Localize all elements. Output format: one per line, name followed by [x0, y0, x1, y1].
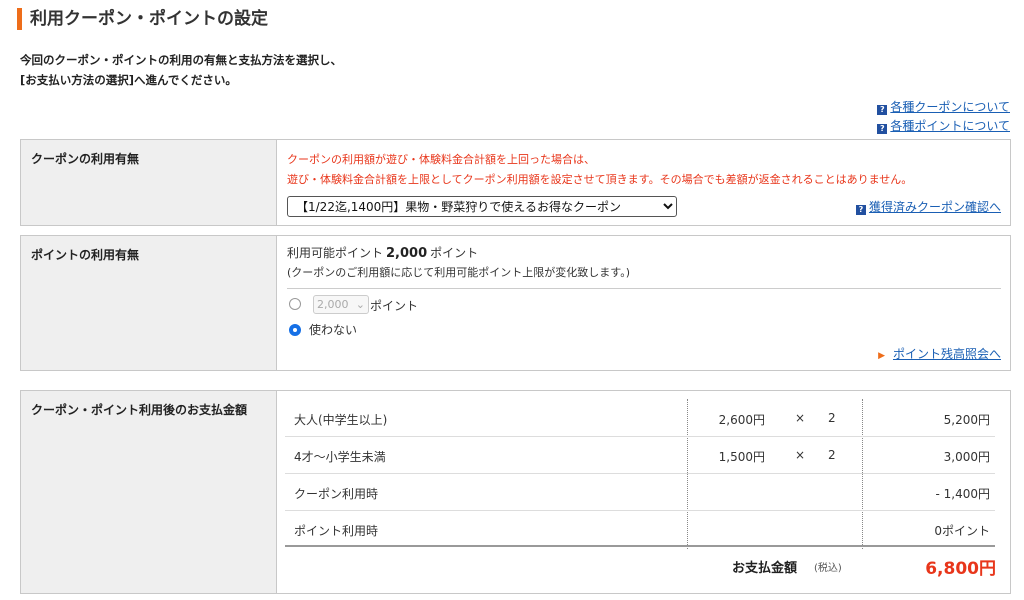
row-amount: 5,200円: [943, 413, 990, 427]
coupon-section: クーポンの利用有無 クーポンの利用額が遊び・体験料金合計額を上回った場合は、 遊…: [20, 139, 1011, 226]
coupon-select[interactable]: 【1/22迄,1400円】果物・野菜狩りで使えるお得なクーポン: [287, 196, 677, 217]
intro-text: 今回のクーポン・ポイントの利用の有無と支払方法を選択し、 [お支払い方法の選択]…: [20, 50, 342, 90]
total-tax-note: (税込): [814, 563, 842, 574]
page-title: 利用クーポン・ポイントの設定: [30, 9, 268, 29]
row-times: ×: [795, 411, 806, 425]
row-qty: 2: [828, 411, 836, 425]
points-amount-select[interactable]: 2,000 ⌄: [313, 295, 369, 314]
row-amount: 3,000円: [943, 450, 990, 464]
row-amount: 0ポイント: [934, 524, 990, 538]
no-points-radio[interactable]: [289, 324, 301, 336]
coupon-info-link[interactable]: 各種クーポンについて: [890, 100, 1010, 114]
points-balance-link[interactable]: ポイント残高照会へ: [893, 347, 1001, 361]
use-points-radio[interactable]: [289, 298, 301, 310]
intro-line-1: 今回のクーポン・ポイントの利用の有無と支払方法を選択し、: [20, 53, 342, 67]
payment-label: クーポン・ポイント利用後のお支払金額: [31, 403, 248, 417]
coupon-warning: クーポンの利用額が遊び・体験料金合計額を上回った場合は、 遊び・体験料金合計額を…: [287, 150, 912, 190]
row-name: 4才〜小学生未満: [294, 450, 386, 464]
arrow-right-icon: ▶: [878, 351, 885, 361]
points-section-header: ポイントの利用有無: [21, 236, 277, 370]
table-row: 大人(中学生以上) 2,600円 × 2 5,200円: [285, 399, 995, 437]
points-note: (クーポンのご利用額に応じて利用可能ポイント上限が変化致します。): [287, 266, 630, 279]
points-amount-value: 2,000: [317, 298, 349, 311]
coupon-confirm-link[interactable]: 獲得済みクーポン確認へ: [869, 200, 1001, 214]
chevron-down-icon: ⌄: [355, 298, 365, 311]
total-label: お支払金額: [732, 561, 798, 576]
row-name: ポイント利用時: [294, 524, 379, 538]
payment-section: クーポン・ポイント利用後のお支払金額 大人(中学生以上) 2,600円 × 2 …: [20, 390, 1011, 594]
row-amount: - 1,400円: [935, 487, 991, 501]
payment-section-header: クーポン・ポイント利用後のお支払金額: [21, 391, 277, 593]
row-qty: 2: [828, 448, 836, 462]
help-icon: ?: [877, 124, 888, 134]
coupon-warning-line-1: クーポンの利用額が遊び・体験料金合計額を上回った場合は、: [287, 153, 595, 166]
row-name: 大人(中学生以上): [294, 413, 388, 427]
title-accent-bar: [17, 8, 22, 30]
table-row: ポイント利用時 0ポイント: [285, 510, 995, 547]
row-price: 2,600円: [718, 413, 765, 427]
row-price: 1,500円: [718, 450, 765, 464]
help-icon: ?: [877, 105, 888, 115]
table-row: クーポン利用時 - 1,400円: [285, 473, 995, 511]
no-points-label[interactable]: 使わない: [309, 321, 357, 338]
row-times: ×: [795, 448, 806, 462]
available-points: 利用可能ポイント 2,000 ポイント: [287, 244, 478, 261]
total-divider: [285, 545, 995, 547]
coupon-warning-line-2: 遊び・体験料金合計額を上限としてクーポン利用額を設定させて頂きます。その場合でも…: [287, 173, 913, 186]
available-points-value: 2,000: [386, 246, 428, 261]
row-name: クーポン利用時: [294, 487, 379, 501]
help-icon: ?: [855, 205, 866, 215]
points-label: ポイントの利用有無: [31, 248, 140, 262]
intro-line-2: [お支払い方法の選択]へ進んでください。: [20, 73, 237, 87]
points-divider: [287, 288, 1001, 289]
info-links: ? 各種クーポンについて ? 各種ポイントについて: [877, 98, 1010, 136]
coupon-label: クーポンの利用有無: [31, 152, 140, 166]
table-row: 4才〜小学生未満 1,500円 × 2 3,000円: [285, 436, 995, 474]
total-amount: 6,800円: [925, 559, 996, 579]
point-info-link[interactable]: 各種ポイントについて: [890, 119, 1010, 133]
points-section: ポイントの利用有無 利用可能ポイント 2,000 ポイント (クーポンのご利用額に応…: [20, 235, 1011, 371]
available-points-suffix: ポイント: [430, 246, 479, 260]
available-points-prefix: 利用可能ポイント: [287, 246, 384, 260]
points-unit: ポイント: [370, 299, 419, 313]
coupon-section-header: クーポンの利用有無: [21, 140, 277, 225]
